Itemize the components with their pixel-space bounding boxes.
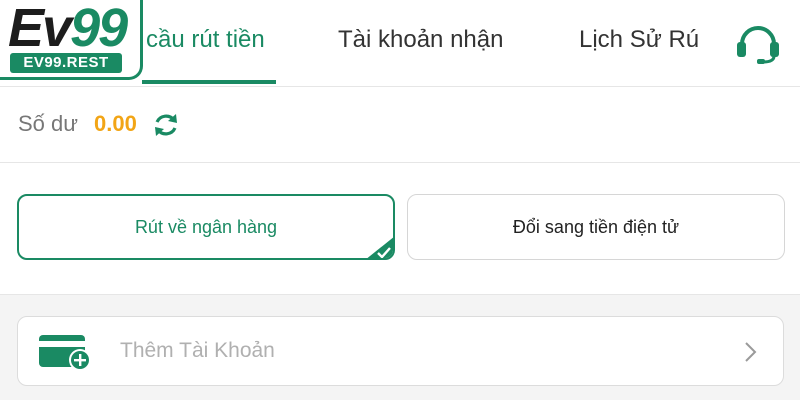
active-tab-indicator [142,80,276,84]
tab-withdraw-request[interactable]: cầu rút tiền [146,26,265,54]
add-account-label: Thêm Tài Khoản [120,339,275,362]
selected-check-icon [367,237,393,258]
brand-logo: Ev99 EV99.REST [0,0,143,80]
chevron-right-icon [745,342,757,362]
method-bank-label: Rút về ngân hàng [134,216,278,237]
balance-row: Số dư 0.00 [0,87,800,163]
card-add-icon [39,335,91,371]
tab-receiving-account[interactable]: Tài khoản nhận [338,26,503,54]
method-crypto-button[interactable]: Đổi sang tiền điện tử [407,194,785,260]
refresh-icon[interactable] [152,111,180,139]
withdraw-method-section: Rút về ngân hàng Đổi sang tiền điện tử [0,163,800,295]
tab-withdraw-history[interactable]: Lịch Sử Rú [579,26,699,54]
logo-badge: EV99.REST [10,53,122,73]
method-crypto-label: Đổi sang tiền điện tử [512,216,680,237]
method-bank-button[interactable]: Rút về ngân hàng [17,194,395,260]
balance-value: 0.00 [94,111,137,136]
headset-icon[interactable] [733,20,783,64]
balance-label: Số dư [18,111,78,136]
logo-wordmark: Ev99 [8,0,128,58]
